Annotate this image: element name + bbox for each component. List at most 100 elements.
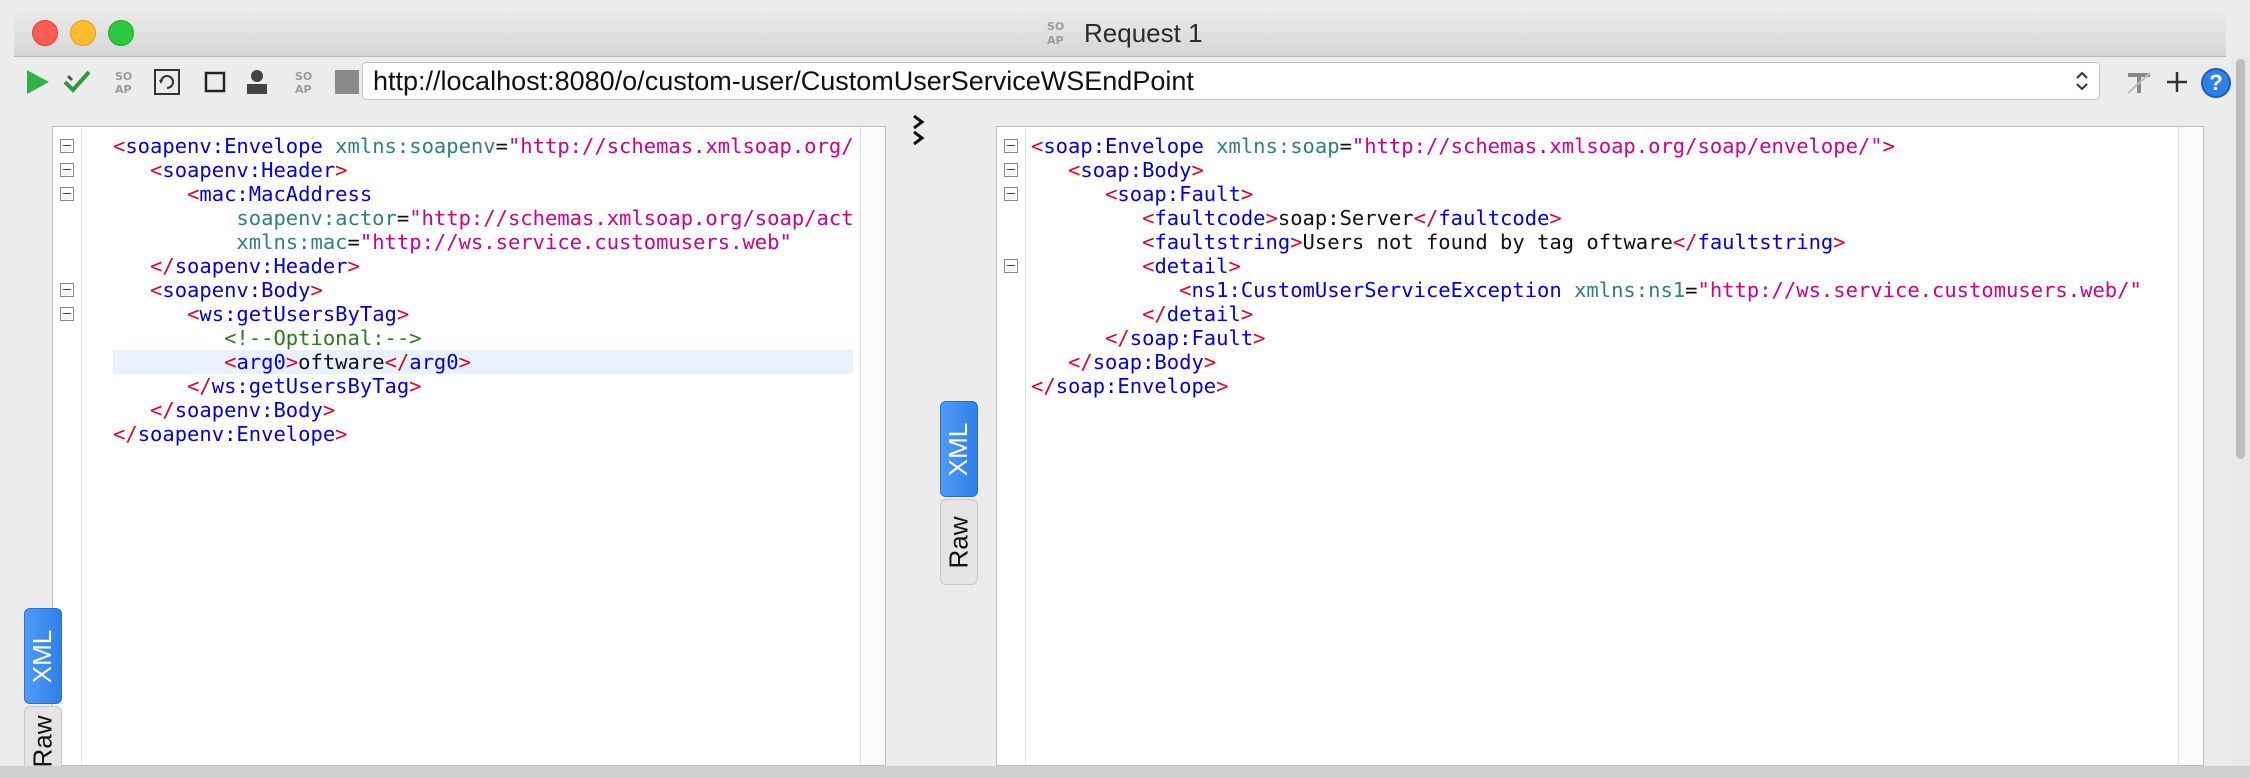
code-token: =	[347, 230, 360, 254]
code-token: >	[335, 158, 348, 182]
code-line: </soapenv:Header>	[113, 254, 853, 278]
code-token: soapenv:Header	[174, 254, 348, 278]
code-token: soapenv:Header	[162, 158, 336, 182]
collapse-icon[interactable]	[1004, 259, 1018, 273]
code-token: soapenv:Envelope	[137, 422, 336, 446]
request-tab-xml[interactable]: XML	[24, 608, 62, 704]
add-icon[interactable]	[2162, 67, 2192, 97]
code-token: "http://schemas.xmlsoap.org/soap/envelop…	[507, 134, 853, 158]
code-token: faultcode	[1438, 206, 1550, 230]
code-token: ns1:CustomUserServiceException	[1191, 278, 1562, 302]
stop-request-icon[interactable]	[332, 67, 362, 97]
code-token: =	[396, 206, 410, 230]
code-line: <soapenv:Envelope xmlns:soapenv="http://…	[113, 134, 853, 158]
svg-text:SO: SO	[1047, 20, 1064, 33]
url-dropdown-icon[interactable]	[2075, 69, 2089, 93]
code-token: <	[113, 134, 126, 158]
code-token: faultcode	[1154, 206, 1266, 230]
endpoint-url-field[interactable]: http://localhost:8080/o/custom-user/Cust…	[362, 62, 2100, 100]
code-token: >	[1290, 230, 1303, 254]
response-tab-raw[interactable]: Raw	[940, 499, 978, 585]
code-line: <detail>	[1031, 254, 2171, 278]
response-vertical-scrollbar[interactable]	[2178, 127, 2203, 765]
endpoint-url-value: http://localhost:8080/o/custom-user/Cust…	[373, 66, 1194, 96]
window-bottom-edge	[0, 766, 2250, 778]
code-line: </soap:Envelope>	[1031, 374, 2171, 398]
code-token: xmlns:ns1	[1574, 278, 1686, 302]
code-token: soap:Envelope	[1055, 374, 1217, 398]
code-token: >	[1549, 206, 1562, 230]
collapse-icon[interactable]	[1004, 187, 1018, 201]
request-vertical-scrollbar[interactable]	[860, 127, 885, 765]
request-xml-editor[interactable]: <soapenv:Envelope xmlns:soapenv="http://…	[113, 134, 853, 446]
code-token: "http://ws.service.customusers.web"	[359, 230, 792, 254]
response-tab-xml[interactable]: XML	[940, 401, 978, 497]
collapse-icon[interactable]	[1004, 139, 1018, 153]
code-line: </soap:Body>	[1031, 350, 2171, 374]
code-token: <	[1179, 278, 1192, 302]
code-token: >	[310, 278, 323, 302]
refresh-icon[interactable]	[152, 67, 182, 97]
collapse-icon[interactable]	[60, 187, 74, 201]
code-token: </	[187, 374, 212, 398]
soap-action-icon[interactable]: SO AP	[112, 67, 142, 97]
collapse-icon[interactable]	[60, 283, 74, 297]
maximize-window-button[interactable]	[108, 20, 134, 46]
submit-assertions-icon[interactable]	[62, 67, 92, 97]
code-line: </detail>	[1031, 302, 2171, 326]
splitter-handle-icon[interactable]	[910, 112, 930, 148]
format-icon[interactable]	[2124, 67, 2154, 97]
collapse-icon[interactable]	[1004, 163, 1018, 177]
code-token: >	[1191, 158, 1204, 182]
window-scrollbar-thumb[interactable]	[2236, 59, 2245, 459]
window-scrollbar[interactable]	[2232, 57, 2250, 766]
code-token: xmlns:soapenv	[335, 134, 496, 158]
close-window-button[interactable]	[32, 20, 58, 46]
code-token: <	[187, 302, 200, 326]
collapse-icon[interactable]	[60, 139, 74, 153]
user-auth-icon[interactable]	[242, 67, 272, 97]
svg-text:SO: SO	[295, 70, 312, 83]
collapse-icon[interactable]	[60, 307, 74, 321]
code-line: <soap:Fault>	[1031, 182, 2171, 206]
response-tab-xml-label: XML	[943, 422, 974, 476]
maximize-editor-icon[interactable]	[200, 67, 230, 97]
soap-options-icon[interactable]: SO AP	[292, 67, 322, 97]
code-token: <	[1068, 158, 1081, 182]
code-token: <!--Optional:-->	[224, 326, 422, 350]
code-token: >	[1216, 374, 1229, 398]
svg-text:SO: SO	[115, 70, 132, 83]
code-token: >	[1240, 302, 1254, 326]
code-token: </	[113, 422, 138, 446]
collapse-icon[interactable]	[60, 163, 74, 177]
title-bar: SO AP Request 1	[14, 10, 2226, 57]
code-token: >	[1882, 134, 1895, 158]
code-token: soapenv:Body	[162, 278, 311, 302]
code-token: >	[458, 350, 471, 374]
minimize-window-button[interactable]	[70, 20, 96, 46]
response-xml-viewer[interactable]: <soap:Envelope xmlns:soap="http://schema…	[1031, 134, 2171, 398]
code-token: =	[1339, 134, 1352, 158]
run-request-icon[interactable]	[22, 67, 52, 97]
code-token: =	[495, 134, 508, 158]
code-token: detail	[1166, 302, 1241, 326]
code-token: >	[322, 398, 336, 422]
code-line: </soapenv:Body>	[113, 398, 853, 422]
code-token: </	[1031, 374, 1056, 398]
code-token: faultstring	[1154, 230, 1291, 254]
help-icon[interactable]: ?	[2200, 67, 2231, 98]
svg-text:AP: AP	[115, 83, 132, 96]
help-label: ?	[2209, 70, 2223, 95]
code-token: </	[1105, 326, 1130, 350]
response-editor-panel: <soap:Envelope xmlns:soap="http://schema…	[996, 126, 2204, 766]
code-token: </	[1672, 230, 1698, 254]
code-token: soap:Envelope	[1043, 134, 1204, 158]
code-token: >	[1228, 254, 1241, 278]
code-line: <soapenv:Header>	[113, 158, 853, 182]
